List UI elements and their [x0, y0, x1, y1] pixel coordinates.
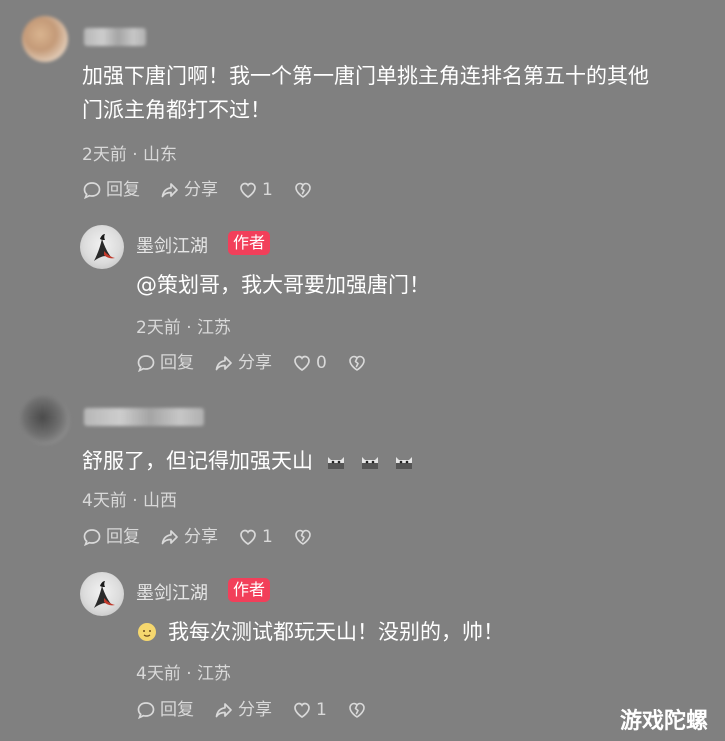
- avatar[interactable]: [22, 16, 68, 62]
- dislike-button[interactable]: [293, 180, 317, 200]
- ink-figure-icon: [94, 234, 115, 261]
- comment-meta: 4天前 · 山西: [82, 491, 178, 511]
- comment-text: 加强下唐门啊！我一个第一唐门单挑主角连排名第五十的其他: [82, 64, 649, 88]
- reply-button[interactable]: 回复: [82, 180, 140, 200]
- author-badge: 作者: [228, 231, 271, 255]
- reply-meta: 2天前 · 江苏: [136, 318, 232, 338]
- comment-icon: [137, 355, 155, 373]
- heart-icon: [240, 529, 256, 545]
- heart-icon: [294, 702, 310, 718]
- reply-button[interactable]: 回复: [82, 527, 140, 547]
- cat-emoji-icon: [362, 457, 378, 469]
- dislike-button[interactable]: [347, 700, 371, 720]
- reply-button[interactable]: 回复: [136, 700, 194, 720]
- comment-meta: 2天前 · 山东: [82, 145, 178, 165]
- heart-icon: [294, 355, 310, 371]
- share-button[interactable]: 分享: [160, 527, 218, 547]
- broken-heart-icon: [295, 529, 311, 545]
- like-button[interactable]: 1: [292, 700, 327, 720]
- cat-emoji-icon: [328, 457, 344, 469]
- comment-icon: [83, 529, 101, 547]
- author-username[interactable]: 墨剑江湖: [136, 579, 208, 605]
- username-redacted[interactable]: [84, 408, 204, 426]
- username-redacted[interactable]: [84, 28, 146, 46]
- author-avatar[interactable]: [80, 225, 124, 269]
- reply-label: 回复: [160, 353, 194, 373]
- ink-figure-icon: [94, 581, 115, 608]
- comment-actions: 回复 分享 1: [82, 180, 337, 200]
- like-count: 1: [316, 700, 327, 720]
- share-icon: [215, 703, 232, 718]
- reply-text: @策划哥，我大哥要加强唐门！: [136, 273, 430, 297]
- comment-icon: [137, 702, 155, 720]
- broken-heart-icon: [295, 182, 311, 198]
- reply-label: 回复: [160, 700, 194, 720]
- like-count: 1: [262, 180, 273, 200]
- like-count: 0: [316, 353, 327, 373]
- reply-actions: 回复 分享 0: [136, 353, 391, 373]
- author-badge: 作者: [228, 578, 271, 602]
- smile-emoji-icon: [138, 623, 156, 641]
- dislike-button[interactable]: [347, 353, 371, 373]
- reply-text: 我每次测试都玩天山！没别的，帅！: [136, 615, 504, 649]
- share-button[interactable]: 分享: [214, 353, 272, 373]
- share-label: 分享: [184, 527, 218, 547]
- share-button[interactable]: 分享: [160, 180, 218, 200]
- share-button[interactable]: 分享: [214, 700, 272, 720]
- author-avatar[interactable]: [80, 572, 124, 616]
- avatar[interactable]: [20, 395, 70, 445]
- like-button[interactable]: 1: [238, 180, 273, 200]
- comment-text-content: 舒服了，但记得加强天山: [82, 449, 313, 473]
- comment-icon: [83, 182, 101, 200]
- share-label: 分享: [238, 700, 272, 720]
- share-icon: [215, 356, 232, 371]
- like-count: 1: [262, 527, 273, 547]
- heart-icon: [240, 182, 256, 198]
- share-icon: [161, 183, 178, 198]
- share-label: 分享: [184, 180, 218, 200]
- broken-heart-icon: [349, 702, 365, 718]
- reply-label: 回复: [106, 180, 140, 200]
- watermark: 游戏陀螺: [620, 709, 709, 734]
- dislike-button[interactable]: [293, 527, 317, 547]
- share-icon: [161, 530, 178, 545]
- cat-emoji-icon: [396, 457, 412, 469]
- comment-actions: 回复 分享 1: [82, 527, 337, 547]
- reply-meta: 4天前 · 江苏: [136, 664, 232, 684]
- like-button[interactable]: 0: [292, 353, 327, 373]
- author-username[interactable]: 墨剑江湖: [136, 232, 208, 258]
- share-label: 分享: [238, 353, 272, 373]
- reply-button[interactable]: 回复: [136, 353, 194, 373]
- broken-heart-icon: [349, 355, 365, 371]
- like-button[interactable]: 1: [238, 527, 273, 547]
- comment-text: 门派主角都打不过！: [82, 98, 271, 122]
- reply-text-content: 我每次测试都玩天山！没别的，帅！: [168, 620, 504, 644]
- reply-actions: 回复 分享 1: [136, 700, 391, 720]
- reply-label: 回复: [106, 527, 140, 547]
- comment-text: 舒服了，但记得加强天山: [82, 444, 415, 478]
